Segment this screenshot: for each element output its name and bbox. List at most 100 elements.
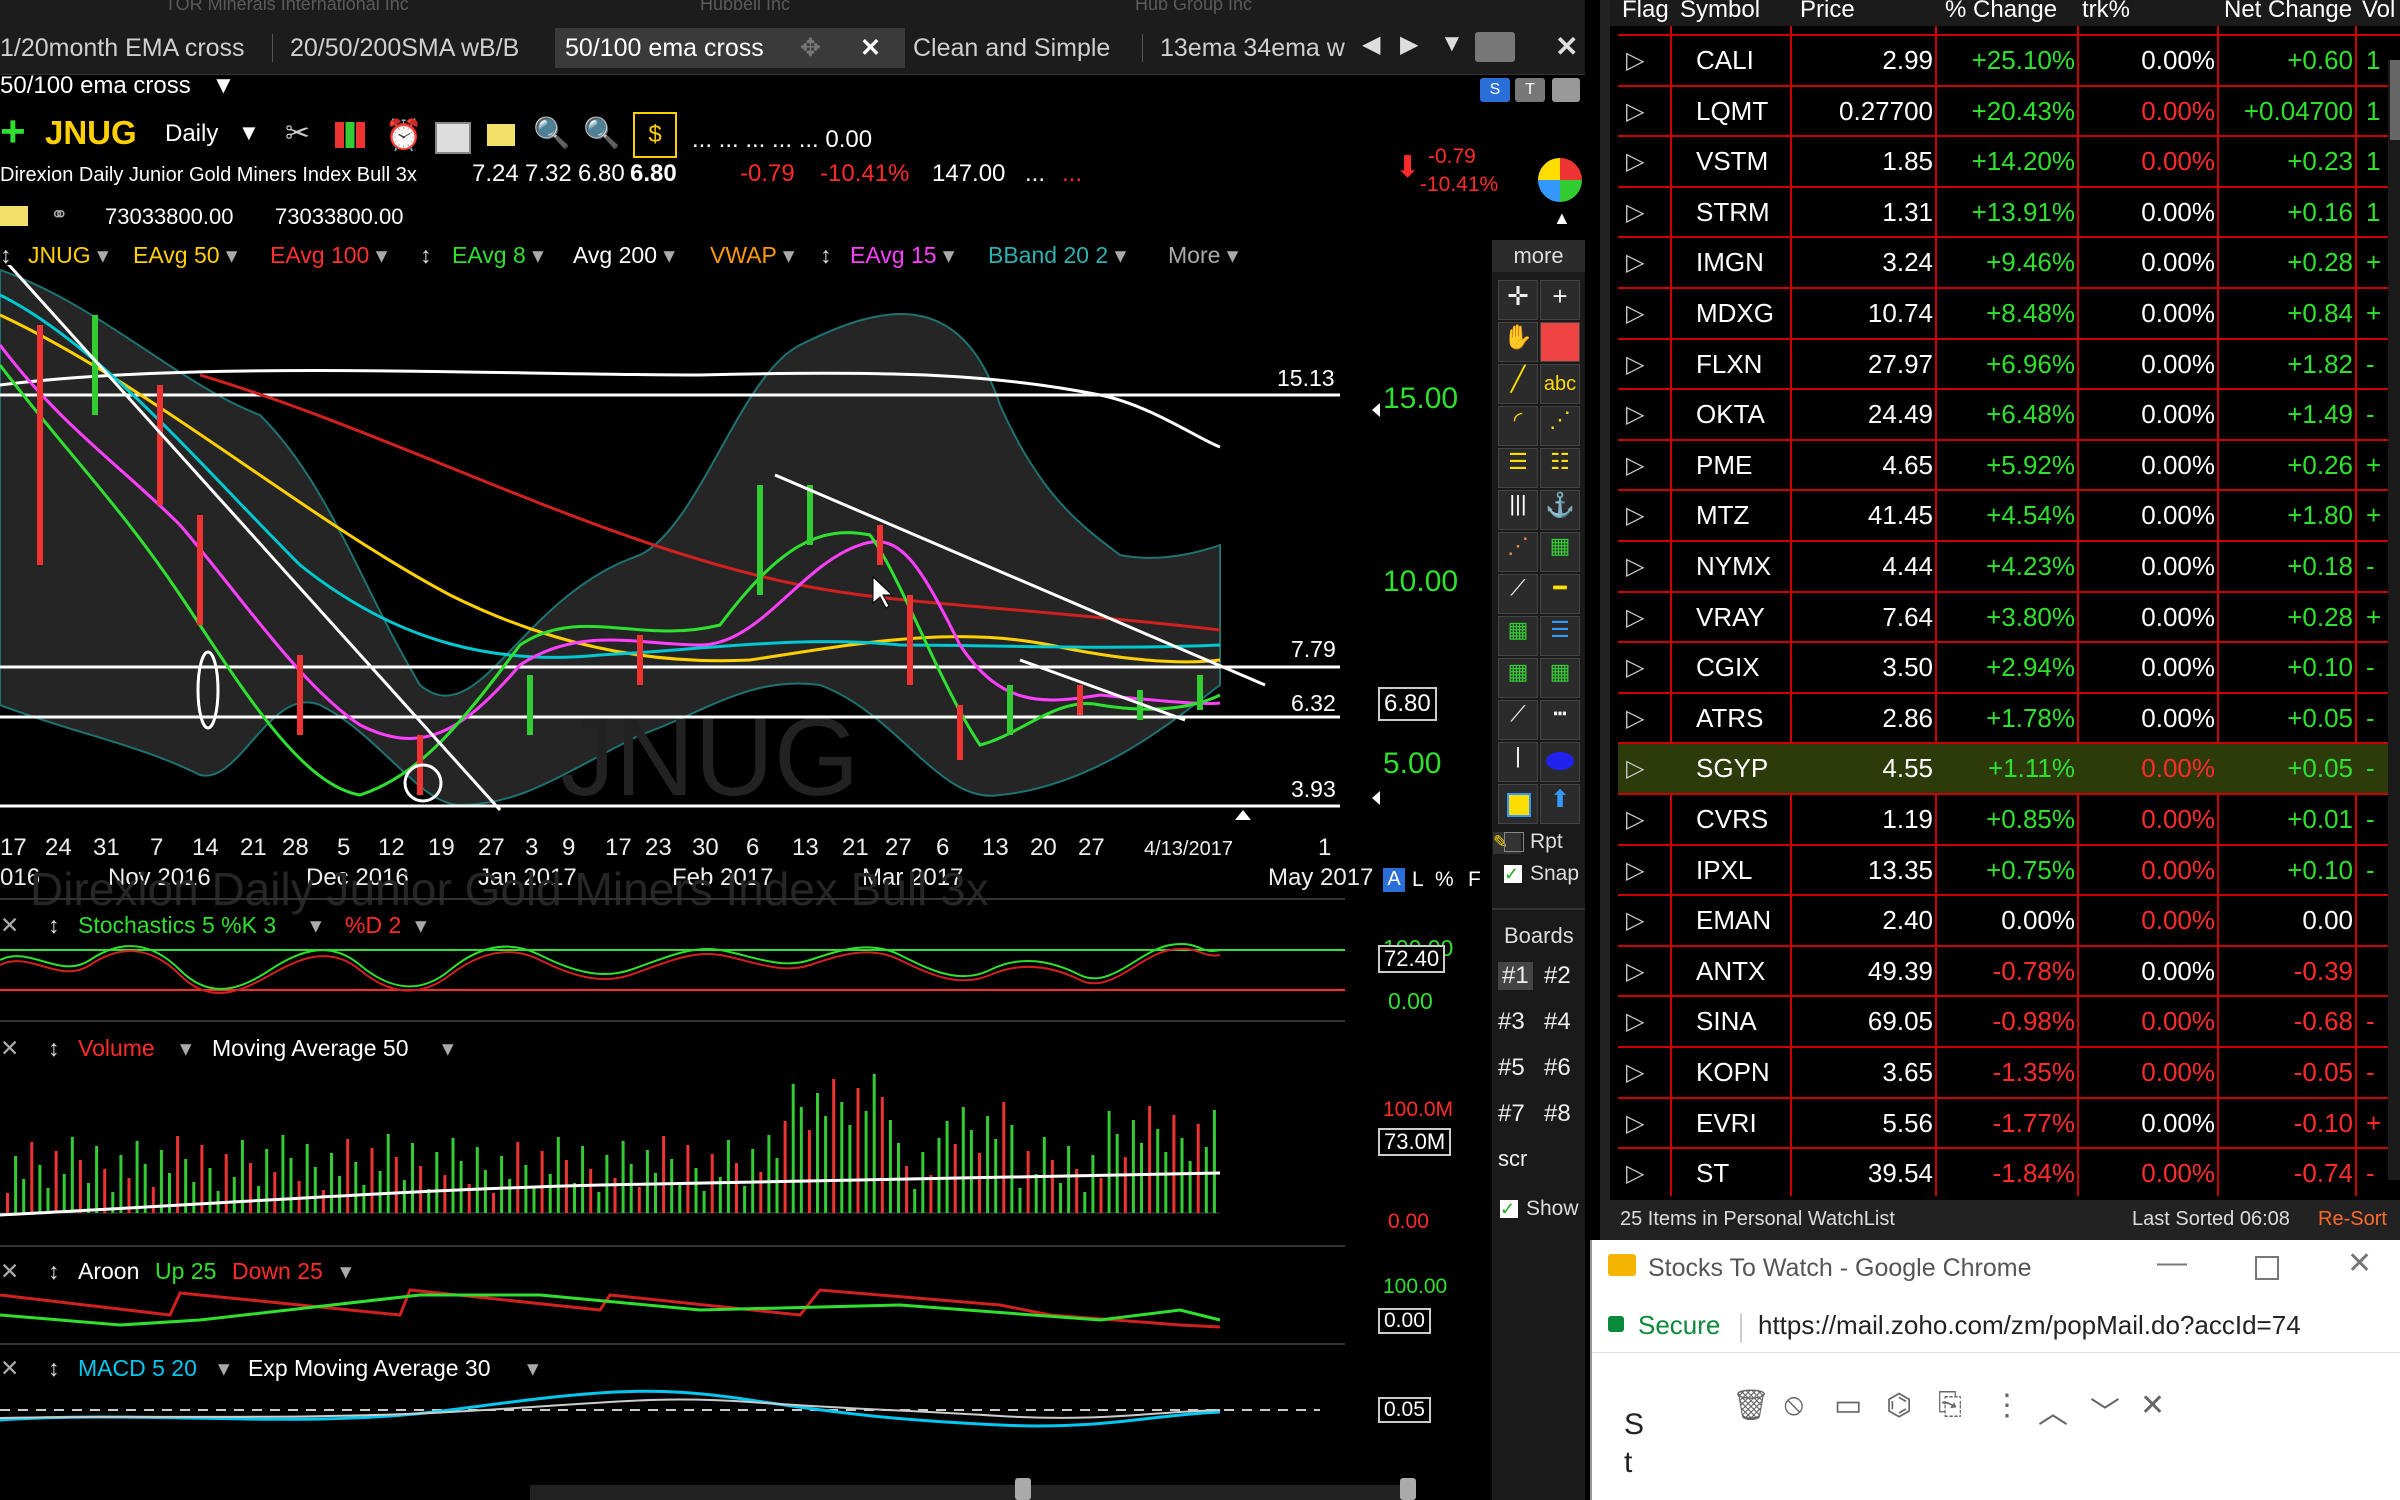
board-7[interactable]: #7 bbox=[1498, 1100, 1525, 1128]
arc-icon[interactable]: ◜ bbox=[1498, 406, 1538, 446]
axis-mode-percent[interactable]: % bbox=[1435, 868, 1454, 892]
column-header-net-change[interactable]: Net Change bbox=[2224, 0, 2352, 24]
watchlist-row[interactable]: ▷ FLXN 27.97 +6.96% 0.00% +1.82- bbox=[1618, 337, 2400, 389]
board-4[interactable]: #4 bbox=[1544, 1008, 1571, 1036]
watchlist-row[interactable]: ▷ SINA 69.05 -0.98% 0.00% -0.68- bbox=[1618, 995, 2400, 1046]
scrollbar-handle-left[interactable] bbox=[1015, 1478, 1031, 1500]
delete-icon[interactable]: 🗑 bbox=[1732, 1388, 1770, 1423]
drag-handle-icon[interactable]: ✥ bbox=[800, 28, 821, 68]
watchlist-row[interactable]: ▷ SGYP 4.55 +1.11% 0.00% +0.05- bbox=[1618, 742, 2400, 794]
close-tab-icon[interactable]: ✕ bbox=[860, 28, 881, 68]
watchlist-row[interactable]: ▷ MTZ 41.45 +4.54% 0.00% +1.80 + bbox=[1618, 489, 2400, 540]
horizontal-line-icon[interactable]: ━ bbox=[1540, 574, 1580, 614]
watchlist-row[interactable]: ▷ PME 4.65 +5.92% 0.00% +0.26 + bbox=[1618, 438, 2400, 490]
crosshair-icon[interactable]: + bbox=[1540, 280, 1580, 320]
interval-dropdown[interactable]: Daily bbox=[165, 120, 218, 148]
collapse-up-icon[interactable]: ▲ bbox=[1553, 208, 1571, 229]
flag-icon[interactable]: ▷ bbox=[1626, 390, 1666, 439]
regression-icon[interactable]: ▦ bbox=[1498, 616, 1538, 656]
horizontal-scrollbar[interactable] bbox=[530, 1485, 1410, 1500]
ray-icon[interactable]: ⟋ bbox=[1498, 700, 1538, 740]
previous-icon[interactable]: ︿ bbox=[2038, 1388, 2068, 1432]
dollar-icon[interactable]: $ bbox=[633, 112, 677, 158]
flag-icon[interactable]: ▷ bbox=[1626, 593, 1666, 642]
board-6[interactable]: #6 bbox=[1544, 1054, 1571, 1082]
show-checkbox[interactable]: ✓ bbox=[1500, 1200, 1518, 1218]
board-2[interactable]: #2 bbox=[1544, 962, 1571, 990]
watchlist-row[interactable]: ▷ MDXG 10.74 +8.48% 0.00% +0.84 + bbox=[1618, 287, 2400, 338]
tab-menu-icon[interactable]: ▼ bbox=[1440, 30, 1464, 58]
color-wheel-icon[interactable] bbox=[1538, 158, 1582, 202]
maximize-icon[interactable] bbox=[2255, 1256, 2279, 1280]
more-options-icon[interactable]: ⋮ bbox=[1992, 1388, 2022, 1423]
flag-icon[interactable]: ▷ bbox=[1626, 137, 1666, 186]
macd-label[interactable]: MACD 5 20 bbox=[78, 1355, 197, 1382]
dotted-lines-icon[interactable]: ┅ bbox=[1540, 700, 1580, 740]
archive-icon[interactable]: ⎘ bbox=[1938, 1388, 1962, 1422]
board-8[interactable]: #8 bbox=[1544, 1100, 1571, 1128]
volume-ma-label[interactable]: Moving Average 50 bbox=[212, 1035, 409, 1062]
vertical-lines-icon[interactable]: ||| bbox=[1498, 490, 1538, 530]
alarm-icon[interactable]: ⏰ bbox=[385, 118, 422, 153]
ellipse-icon[interactable] bbox=[1540, 742, 1580, 782]
chevron-down-icon[interactable]: ▾ bbox=[180, 1035, 192, 1062]
macd-ema-label[interactable]: Exp Moving Average 30 bbox=[248, 1355, 491, 1382]
gann-icon[interactable]: ⟋ bbox=[1498, 574, 1538, 614]
flag-icon[interactable]: ▷ bbox=[1626, 542, 1666, 591]
tab-50-100-ema-cross[interactable]: 50/100 ema cross ✥ ✕ bbox=[555, 28, 905, 68]
hand-icon[interactable]: ✋ bbox=[1498, 322, 1538, 362]
watchlist-scrollbar[interactable] bbox=[2388, 60, 2400, 1180]
watchlist-row[interactable]: ▷ CGIX 3.50 +2.94% 0.00% +0.10- bbox=[1618, 641, 2400, 692]
line-icon[interactable]: ╱ bbox=[1498, 364, 1538, 404]
board-3[interactable]: #3 bbox=[1498, 1008, 1525, 1036]
share-icon[interactable]: S bbox=[1480, 78, 1510, 102]
cursor-line-icon[interactable]: | bbox=[1498, 742, 1538, 782]
chevron-down-icon[interactable]: ▾ bbox=[442, 1035, 454, 1062]
symbol-ticker[interactable]: JNUG bbox=[45, 114, 137, 152]
watchlist-row[interactable]: ▷ CVRS 1.19 +0.85% 0.00% +0.01- bbox=[1618, 793, 2400, 844]
tab-13ema-34ema[interactable]: 13ema 34ema w bbox=[1160, 28, 1350, 68]
flag-icon[interactable]: ▷ bbox=[1626, 87, 1666, 136]
address-bar[interactable]: Secure https://mail.zoho.com/zm/popMail.… bbox=[1592, 1300, 2400, 1353]
watchlist-row[interactable]: ▷ VSTM 1.85 +14.20% 0.00% +0.23 1 bbox=[1618, 135, 2400, 186]
watchlist-row[interactable]: ▷ IPXL 13.35 +0.75% 0.00% +0.10- bbox=[1618, 843, 2400, 895]
eraser-icon[interactable] bbox=[1540, 322, 1580, 362]
flag-icon[interactable]: ▷ bbox=[1626, 896, 1666, 945]
flag-icon[interactable]: ▷ bbox=[1626, 694, 1666, 743]
save-icon[interactable] bbox=[1552, 78, 1580, 102]
tag-icon[interactable]: ⌬ bbox=[1886, 1388, 1912, 1423]
channel-icon[interactable]: ▦ bbox=[1540, 532, 1580, 572]
layout-move-icon[interactable] bbox=[1475, 32, 1515, 62]
flag-icon[interactable]: ▷ bbox=[1626, 744, 1666, 793]
next-icon[interactable]: ﹀ bbox=[2090, 1388, 2120, 1432]
watchlist-row[interactable]: ▷ CALI 2.99 +25.10% 0.00% +0.60 1 bbox=[1618, 34, 2400, 85]
watchlist-row[interactable]: ▷ STRM 1.31 +13.91% 0.00% +0.16 1 bbox=[1618, 185, 2400, 237]
chevron-down-icon[interactable]: ▾ bbox=[340, 1258, 352, 1285]
board-5[interactable]: #5 bbox=[1498, 1054, 1525, 1082]
rectangle-icon[interactable] bbox=[1498, 784, 1538, 824]
column-header-price[interactable]: Price bbox=[1800, 0, 1855, 24]
close-message-icon[interactable]: ✕ bbox=[2140, 1388, 2165, 1423]
folder-icon[interactable]: ▭ bbox=[1834, 1388, 1862, 1423]
add-symbol-icon[interactable]: + bbox=[0, 110, 26, 154]
watchlist-row[interactable]: ▷ EMAN 2.40 0.00% 0.00% 0.00 bbox=[1618, 894, 2400, 945]
re-sort-link[interactable]: Re-Sort bbox=[2318, 1208, 2387, 1231]
raff-icon[interactable]: ▦ bbox=[1498, 658, 1538, 698]
zoom-out-icon[interactable]: 🔍 bbox=[583, 116, 620, 151]
scrollbar-thumb[interactable] bbox=[2390, 60, 2400, 140]
anchor-icon[interactable]: ⚓ bbox=[1540, 490, 1580, 530]
watchlist-row[interactable]: ▷ LQMT 0.27700 +20.43% 0.00% +0.04700 1 bbox=[1618, 84, 2400, 136]
flag-icon[interactable]: ▷ bbox=[1626, 36, 1666, 85]
watchlist-row[interactable]: ▷ ANTX 49.39 -0.78% 0.00% -0.39 bbox=[1618, 944, 2400, 996]
flag-icon[interactable]: ▷ bbox=[1626, 643, 1666, 692]
flag-icon[interactable]: ▷ bbox=[1626, 795, 1666, 844]
flag-icon[interactable]: ▷ bbox=[1626, 188, 1666, 237]
flag-icon[interactable]: ▷ bbox=[1626, 491, 1666, 540]
resize-icon[interactable]: ↕ bbox=[48, 1355, 60, 1382]
watchlist-row[interactable]: ▷ ATRS 2.86 +1.78% 0.00% +0.05- bbox=[1618, 691, 2400, 743]
axis-mode-log[interactable]: L bbox=[1412, 868, 1424, 892]
fib-icon[interactable]: ☰ bbox=[1498, 448, 1538, 488]
fan-icon[interactable]: ⋰ bbox=[1540, 406, 1580, 446]
flag-icon[interactable]: ▷ bbox=[1626, 441, 1666, 490]
watchlist-row[interactable]: ▷ NYMX 4.44 +4.23% 0.00% +0.18- bbox=[1618, 540, 2400, 591]
